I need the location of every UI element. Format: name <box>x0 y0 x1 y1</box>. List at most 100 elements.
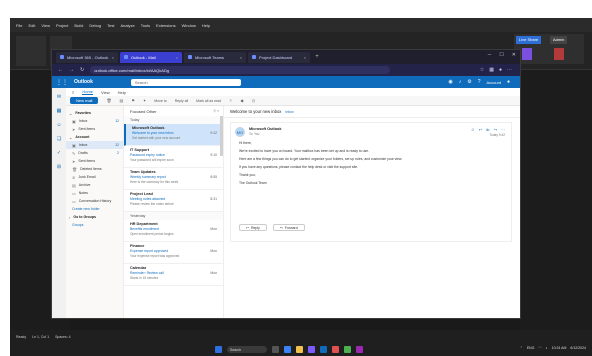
menu-item[interactable]: Project <box>56 23 68 28</box>
folder-item[interactable]: ▤ Archive <box>66 181 123 189</box>
folder-item[interactable]: ▭ Notes <box>66 189 123 197</box>
gear-icon[interactable]: ⚙ <box>467 79 471 85</box>
menu-item[interactable]: Build <box>74 23 83 28</box>
help-icon[interactable]: ? <box>478 79 481 85</box>
people-icon[interactable]: ☺ <box>56 122 61 128</box>
tab-view[interactable]: View <box>101 90 110 95</box>
folder-tag[interactable]: Inbox <box>285 110 293 114</box>
edge-icon[interactable] <box>284 346 291 353</box>
app-icon[interactable] <box>344 346 351 353</box>
sender-name[interactable]: Microsoft Outlook <box>249 127 281 131</box>
clock-time[interactable]: 10:24 AM <box>552 346 567 350</box>
reply-button[interactable]: ↩ Reply <box>239 224 267 231</box>
menu-item[interactable]: Window <box>182 23 196 28</box>
tab-home[interactable]: Home <box>82 89 94 95</box>
visual-studio-icon[interactable] <box>308 346 315 353</box>
apps-icon[interactable]: ⊞ <box>57 164 61 170</box>
close-icon[interactable]: × <box>240 55 242 60</box>
menu-item[interactable]: Help <box>202 23 210 28</box>
search-input[interactable]: Search <box>130 78 241 86</box>
close-icon[interactable]: × <box>112 55 114 60</box>
live-share-button[interactable]: Live Share <box>516 36 542 44</box>
forward-icon[interactable]: ↪ <box>494 127 497 132</box>
folder-item[interactable]: ▭ Conversation History <box>66 197 123 205</box>
mail-item[interactable]: Calendar Reminder: Review call Mon Starts… <box>124 264 223 286</box>
delete-icon[interactable]: 🗑 <box>106 98 111 103</box>
hamburger-icon[interactable]: ≡ <box>72 90 74 95</box>
taskbar-search[interactable]: Search <box>227 346 267 353</box>
filter-icon[interactable]: ⚲ ≡ <box>213 109 223 113</box>
groups-link[interactable]: Groups <box>66 221 123 229</box>
menu-item[interactable]: View <box>41 23 50 28</box>
menu-item[interactable]: Test <box>107 23 114 28</box>
clock-date[interactable]: 6/12/2024 <box>570 346 586 350</box>
admin-button[interactable]: Admin <box>550 36 568 44</box>
profile-icon[interactable]: ● <box>499 67 502 73</box>
outlook-icon[interactable] <box>320 346 327 353</box>
back-icon[interactable]: ← <box>58 67 63 73</box>
scrollbar[interactable] <box>220 116 223 156</box>
menu-item[interactable]: Edit <box>28 23 35 28</box>
sweep-icon[interactable]: ✦ <box>143 98 146 103</box>
close-window-icon[interactable]: ✕ <box>512 52 516 58</box>
tray-overflow-icon[interactable]: ⌃ <box>520 346 523 350</box>
bell-icon[interactable]: ♪ <box>459 79 462 85</box>
url-input[interactable]: outlook.office.com/mail/inbox/id/AAQkADg <box>90 66 391 74</box>
forward-button[interactable]: ↪ Forward <box>272 224 305 231</box>
avatar[interactable]: ● <box>507 79 510 85</box>
category-icon[interactable]: ◆ <box>241 98 244 103</box>
create-folder-link[interactable]: Create new folder <box>66 205 123 213</box>
focused-other-toggle[interactable]: Focused Other <box>130 109 156 114</box>
minimize-icon[interactable]: ─ <box>488 52 492 58</box>
menu-item[interactable]: Analyze <box>120 23 134 28</box>
browser-tab-active[interactable]: Outlook - Mail × <box>120 51 182 63</box>
folder-section-groups[interactable]: › Go to Groups <box>66 213 123 221</box>
maximize-icon[interactable]: ☐ <box>499 52 503 58</box>
folder-item[interactable]: ⊘ Junk Email <box>66 173 123 181</box>
close-icon[interactable]: × <box>304 55 306 60</box>
meet-icon[interactable]: ◉ <box>448 79 452 85</box>
mail-item[interactable]: Finance Expense report approved Mon Your … <box>124 242 223 264</box>
app-launcher-icon[interactable]: ⋮⋮ <box>56 79 68 86</box>
refresh-icon[interactable]: ↻ <box>80 67 84 73</box>
account-name[interactable]: Account <box>487 80 501 85</box>
files-icon[interactable]: ❏ <box>57 136 61 142</box>
avatar[interactable]: MO <box>235 127 245 137</box>
file-explorer-icon[interactable] <box>296 346 303 353</box>
new-mail-button[interactable]: New mail <box>70 97 99 104</box>
reply-all-icon[interactable]: ⇇ <box>486 127 489 132</box>
browser-tab[interactable]: Project Dashboard × <box>248 51 310 63</box>
menu-item[interactable]: Extensions <box>156 23 176 28</box>
mail-item[interactable]: HR Department Benefits enrollment Mon Ope… <box>124 220 223 242</box>
app-icon[interactable] <box>356 346 363 353</box>
mark-read-button[interactable]: Mark all as read <box>196 99 221 103</box>
flag-icon[interactable]: ⚐ <box>229 98 233 103</box>
tab-help[interactable]: Help <box>118 90 126 95</box>
snooze-icon[interactable]: ◷ <box>252 98 256 103</box>
extensions-icon[interactable]: ▦ <box>489 67 494 73</box>
emoji-icon[interactable]: ☺ <box>471 127 475 132</box>
star-icon[interactable]: ☆ <box>480 67 484 73</box>
folder-section-account[interactable]: ⌄ Account <box>66 133 123 141</box>
task-view-icon[interactable] <box>272 346 279 353</box>
archive-icon[interactable]: ▤ <box>120 98 124 103</box>
menu-item[interactable]: File <box>16 23 22 28</box>
folder-item[interactable]: ➤ Sent Items <box>66 125 123 133</box>
more-icon[interactable]: ⋯ <box>507 67 512 73</box>
report-icon[interactable]: ⚑ <box>131 98 135 103</box>
windows-start-icon[interactable] <box>215 346 222 353</box>
mail-item[interactable]: Team Updates Weekly summary report 8:55 H… <box>124 168 223 190</box>
mail-item-selected[interactable]: Microsoft Outlook Welcome to your new in… <box>124 124 223 146</box>
app-icon[interactable] <box>332 346 339 353</box>
folder-item[interactable]: ✎ Drafts 2 <box>66 149 123 157</box>
mail-icon[interactable]: ✉ <box>57 94 61 100</box>
volume-icon[interactable]: ◖ <box>546 346 548 350</box>
menu-item[interactable]: Tools <box>141 23 150 28</box>
wifi-icon[interactable]: ◠ <box>538 346 541 350</box>
more-icon[interactable]: ⋯ <box>501 127 505 132</box>
reply-all-button[interactable]: Reply all <box>175 99 188 103</box>
folder-item[interactable]: 🗑 Deleted Items <box>66 165 123 173</box>
close-icon[interactable]: × <box>176 55 178 60</box>
mail-item[interactable]: Project Lead Meeting notes attached 8:31 … <box>124 190 223 212</box>
folder-item-selected[interactable]: ▣ Inbox 12 <box>66 141 123 149</box>
